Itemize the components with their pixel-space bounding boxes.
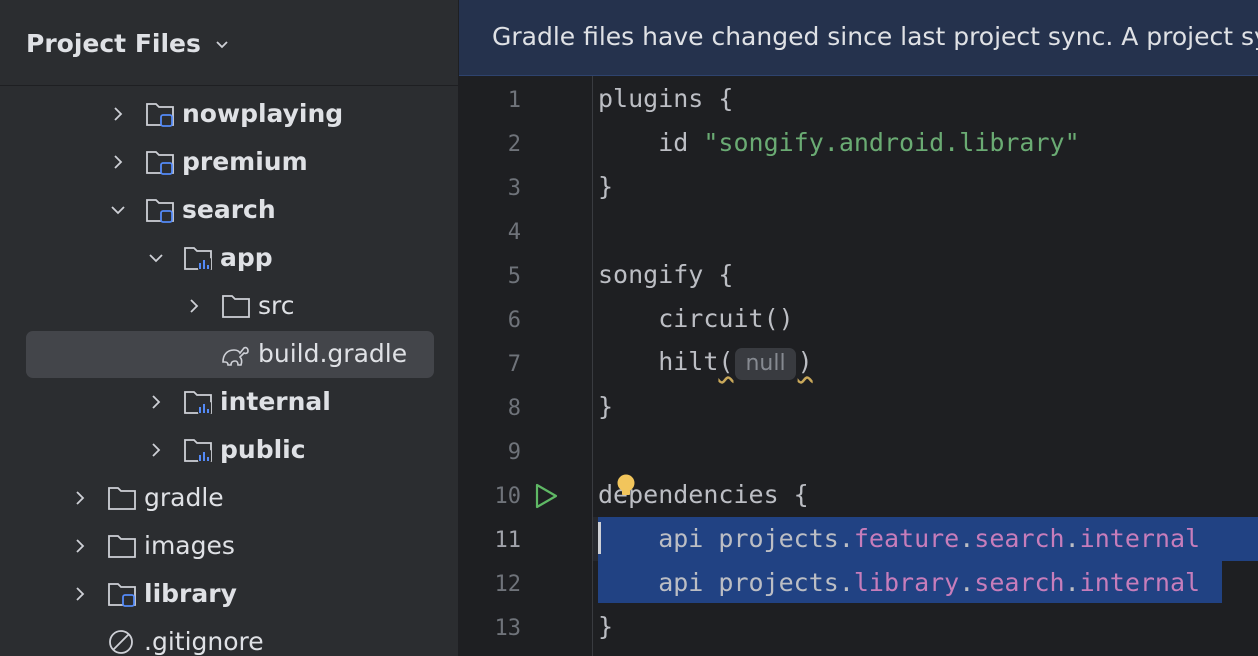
tree-item-label: app (220, 243, 273, 272)
line-number: 11 (494, 528, 522, 553)
module-folder-icon (108, 583, 136, 607)
tree-item-label: images (144, 531, 235, 560)
chevron-right-icon[interactable] (70, 488, 90, 508)
tree-item-label: search (182, 195, 276, 224)
code-line-11: api projects.feature.search.internal (598, 524, 1201, 553)
line-number: 1 (507, 88, 521, 113)
chevron-down-icon (216, 40, 228, 48)
tree-item-images[interactable]: images (0, 522, 458, 570)
line-number: 5 (507, 264, 521, 289)
string-literal: "songify.android.library" (703, 128, 1080, 157)
line-number-gutter[interactable]: 1 2 3 4 5 6 7 8 9 10 11 12 13 (459, 76, 593, 656)
tree-item-label: internal (220, 387, 331, 416)
code-line-12: api projects.library.search.internal (598, 568, 1201, 597)
folder-icon (108, 487, 136, 510)
tree-item-library[interactable]: library (0, 570, 458, 618)
line-number: 12 (494, 572, 522, 597)
line-number: 10 (494, 484, 522, 509)
tree-item-premium[interactable]: premium (0, 138, 458, 186)
chevron-right-icon[interactable] (108, 152, 128, 172)
text-caret (598, 522, 601, 554)
chevron-right-icon[interactable] (146, 392, 166, 412)
project-view-selector[interactable]: Project Files (26, 29, 231, 58)
tree-item-label: build.gradle (258, 339, 408, 368)
android-module-folder-icon (184, 247, 212, 270)
chevron-right-icon[interactable] (70, 536, 90, 556)
tree-item-label: public (220, 435, 306, 464)
tree-item-label: gradle (144, 483, 224, 512)
tree-item-label: .gitignore (144, 627, 264, 656)
android-module-folder-icon (184, 391, 212, 414)
chevron-right-icon[interactable] (146, 440, 166, 460)
chevron-right-icon[interactable] (184, 296, 204, 316)
chevron-right-icon[interactable] (70, 584, 90, 604)
tree-item-label: src (258, 291, 295, 320)
tree-item-search[interactable]: search (0, 186, 458, 234)
folder-icon (222, 295, 250, 318)
code-line-6: circuit() (598, 304, 794, 333)
tree-item-app[interactable]: app (0, 234, 458, 282)
line-number: 9 (507, 440, 521, 465)
android-module-folder-icon (184, 439, 212, 462)
sidebar-title: Project Files (26, 29, 201, 58)
ignore-icon (109, 630, 133, 654)
code-line-3: } (598, 172, 614, 201)
code-line-7: hilt(null) (598, 347, 813, 380)
line-number: 4 (507, 220, 521, 245)
chevron-down-icon[interactable] (108, 200, 128, 220)
code-line-1: plugins { (598, 84, 734, 113)
tree-item-label: premium (182, 147, 308, 176)
run-icon[interactable] (533, 482, 559, 510)
tree-item-build-gradle[interactable]: build.gradle (0, 330, 458, 378)
tree-item-src[interactable]: src (0, 282, 458, 330)
tree-item-gradle[interactable]: gradle (0, 474, 458, 522)
line-number: 2 (507, 132, 521, 157)
gradle-sync-banner: Gradle files have changed since last pro… (459, 0, 1258, 76)
tree-item-label: nowplaying (182, 99, 344, 128)
tree-item-public[interactable]: public (0, 426, 458, 474)
code-line-13: } (598, 612, 614, 641)
module-folder-icon (146, 103, 174, 127)
lightbulb-icon[interactable] (616, 474, 636, 500)
chevron-down-icon[interactable] (146, 248, 166, 268)
tree-item-gitignore[interactable]: .gitignore (0, 618, 458, 656)
code-line-2: id "songify.android.library" (598, 128, 1080, 157)
project-sidebar: Project Files nowplaying premium search … (0, 0, 459, 656)
inlay-hint: null (735, 348, 796, 380)
tree-item-nowplaying[interactable]: nowplaying (0, 90, 458, 138)
line-number: 3 (507, 176, 521, 201)
code-line-5: songify { (598, 260, 734, 289)
line-number: 13 (494, 616, 522, 641)
banner-message: Gradle files have changed since last pro… (492, 22, 1258, 51)
tree-item-label: library (144, 579, 237, 608)
folder-icon (108, 535, 136, 558)
sidebar-header: Project Files (0, 0, 458, 86)
chevron-right-icon[interactable] (108, 104, 128, 124)
module-folder-icon (146, 151, 174, 175)
gradle-icon (222, 346, 249, 366)
module-folder-icon (146, 199, 174, 223)
line-number: 8 (507, 396, 521, 421)
code-line-8: } (598, 392, 614, 421)
tree-item-internal[interactable]: internal (0, 378, 458, 426)
line-number: 6 (507, 308, 521, 333)
line-number: 7 (507, 352, 521, 377)
code-editor[interactable]: Gradle files have changed since last pro… (459, 0, 1258, 656)
